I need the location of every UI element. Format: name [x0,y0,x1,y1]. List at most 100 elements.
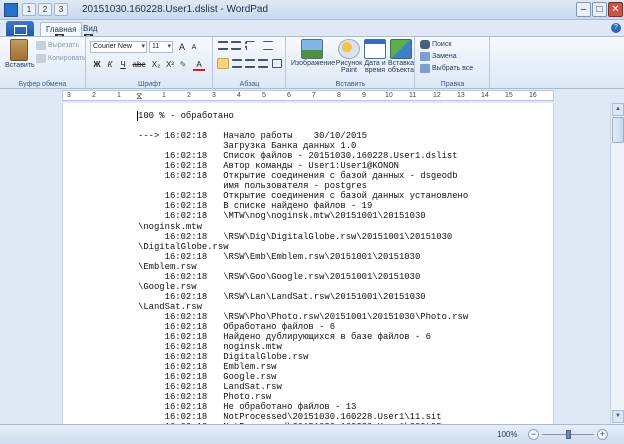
qat-save-button[interactable]: 1 [22,3,36,16]
document-line: 16:02:18 \RSW\Emb\Emblem.rsw\20151001\20… [138,251,421,262]
find-label: Поиск [432,41,452,48]
status-bar: 100% − + [0,424,624,444]
document-page[interactable]: 100 % - обработано ---> 16:02:18 Начало … [62,103,554,424]
qat-redo-button[interactable]: 3 [54,3,68,16]
paragraph-icon [272,59,282,68]
ruler-mark: 11 [409,92,417,99]
ruler[interactable]: 3 2 1 ⧖ 1 2 3 4 5 6 7 8 9 10 11 12 13 14… [62,90,554,101]
document-line: 16:02:18 \RSW\Dig\DigitalGlobe.rsw\20151… [138,231,453,242]
document-line: 16:02:18 \RSW\Lan\LandSat.rsw\20151001\2… [138,291,426,302]
bullets-icon [245,41,255,50]
scroll-up-arrow[interactable]: ▲ [612,103,624,116]
zoom-in-button[interactable]: + [597,429,608,440]
italic-button[interactable]: К [104,59,116,71]
document-line: 16:02:18 Список файлов - 20151030.160228… [138,151,458,162]
font-size-select[interactable]: 11 [149,41,173,53]
select-all-button[interactable]: Выбрать все [420,64,473,73]
object-icon [390,39,412,59]
find-button[interactable]: Поиск [420,40,451,49]
ruler-mark: 1 [162,92,166,99]
select-all-label: Выбрать все [432,65,474,72]
document-text[interactable]: 100 % - обработано ---> 16:02:18 Начало … [138,111,468,424]
document-line: имя пользователя - postgres [138,181,368,192]
ruler-mark: 2 [92,92,96,99]
grow-font-button[interactable]: A [176,41,188,53]
document-line: 16:02:18 Google.rsw [138,372,277,383]
document-line: 16:02:18 \RSW\Goo\Google.rsw\20151001\20… [138,271,421,282]
shrink-font-button[interactable]: A [188,42,200,54]
zoom-slider-thumb[interactable] [566,430,571,439]
ruler-mark: 1 [117,92,121,99]
decrease-indent-button[interactable] [218,41,228,50]
document-line: \Emblem.rsw [138,261,197,272]
paint-drawing-button[interactable]: Рисунок Paint [335,39,363,74]
bold-button[interactable]: Ж [91,59,103,71]
ruler-mark: 4 [237,92,241,99]
ruler-mark: 13 [457,92,465,99]
ribbon-home: Вставить Вырезать Копировать Буфер обмен… [0,36,624,89]
subscript-button[interactable]: X₂ [149,59,163,71]
replace-icon [420,52,430,61]
ruler-mark: 3 [67,92,71,99]
bullets-button[interactable] [245,41,255,50]
superscript-button[interactable]: X² [163,59,177,71]
align-center-button[interactable] [232,59,242,68]
date-time-button[interactable]: Дата и время [363,39,387,74]
zoom-out-button[interactable]: − [528,429,539,440]
insert-picture-button[interactable]: Изображение [291,39,335,67]
document-line: 16:02:18 Открытие соединения с базой дан… [138,171,458,182]
document-line: ---> 16:02:18 Начало работы 30/10/2015 [138,131,368,142]
ruler-mark: 15 [505,92,513,99]
window-title: 20151030.160228.User1.dslist - WordPad [82,4,269,15]
strikethrough-button[interactable]: abc [131,59,147,71]
vertical-scrollbar[interactable]: ▲ ▼ [610,103,624,424]
cut-button[interactable]: Вырезать [36,41,79,50]
wordpad-app-icon[interactable] [4,3,18,17]
paste-button[interactable]: Вставить [5,39,35,69]
object-label-line1: Вставка [387,60,415,67]
copy-label: Копировать [48,55,86,62]
align-right-button[interactable] [245,59,255,68]
highlight-pen-icon[interactable]: ✎ [177,59,189,71]
ruler-mark: 7 [312,92,316,99]
file-menu-button[interactable] [6,21,34,36]
ruler-mark: 3 [212,92,216,99]
ruler-mark: 16 [529,92,537,99]
align-left-button[interactable] [217,58,229,69]
paragraph-settings-button[interactable] [272,59,282,68]
ruler-mark: 6 [287,92,291,99]
increase-indent-button[interactable] [231,41,241,50]
qat-undo-button[interactable]: 2 [38,3,52,16]
underline-button[interactable]: Ч [117,59,129,71]
clipboard-group: Вставить Вырезать Копировать Буфер обмен… [0,37,86,89]
ruler-mark: 8 [337,92,341,99]
maximize-button[interactable]: □ [592,2,607,17]
document-line: \Google.rsw [138,281,197,292]
copy-button[interactable]: Копировать [36,54,86,63]
font-color-button[interactable]: A [193,59,205,71]
justify-button[interactable] [258,59,268,68]
insert-object-button[interactable]: Вставка объекта [387,39,415,74]
minimize-button[interactable]: – [576,2,591,17]
document-line: 16:02:18 Photo.rsw [138,392,272,403]
font-family-select[interactable]: Courier New [90,41,147,53]
replace-button[interactable]: Замена [420,52,457,61]
help-icon[interactable]: ? [611,23,621,33]
scroll-down-arrow[interactable]: ▼ [612,410,624,423]
scissors-icon [36,41,46,50]
ribbon-tabs: Ф Главная Я Вид В [0,20,624,46]
document-line: 16:02:18 Открытие соединения с базой дан… [138,191,469,202]
align-left-icon [217,58,229,69]
document-line: \noginsk.mtw [138,221,202,232]
insert-group: Изображение Рисунок Paint Дата и время В… [287,37,415,89]
close-button[interactable]: ✕ [608,2,623,17]
line-spacing-button[interactable] [263,41,273,50]
document-line: 100 % - обработано [138,111,234,121]
document-line: \LandSat.rsw [138,301,202,312]
document-line: 16:02:18 В списке найдено файлов - 19 [138,201,373,212]
ruler-mark: 10 [385,92,393,99]
scroll-thumb[interactable] [612,117,624,143]
indent-marker[interactable]: ⧖ [136,91,142,101]
ruler-mark: 5 [262,92,266,99]
